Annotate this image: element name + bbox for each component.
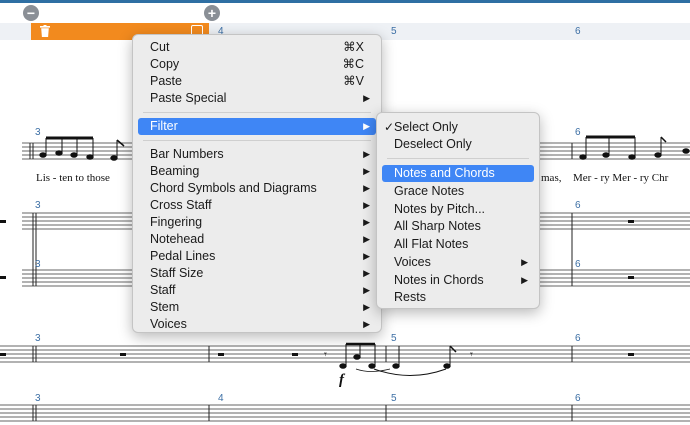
menu-item-staff-size[interactable]: Staff Size ▶: [138, 265, 376, 282]
menu-item-label: Staff: [150, 283, 176, 297]
menu-item-label: Bar Numbers: [150, 147, 224, 161]
menu-item-stem[interactable]: Stem ▶: [138, 299, 376, 316]
menu-item-paste[interactable]: Paste ⌘V: [138, 73, 376, 90]
filter-item-deselect-only[interactable]: Deselect Only: [382, 136, 534, 153]
menu-item-label: Cut: [150, 40, 170, 54]
submenu-arrow-icon: ▶: [363, 183, 370, 193]
filter-submenu: ✓ Select Only Deselect Only Notes and Ch…: [376, 112, 540, 309]
filter-item-all-sharp-notes[interactable]: All Sharp Notes: [382, 218, 534, 235]
submenu-arrow-icon: ▶: [363, 268, 370, 278]
lyrics-fragment[interactable]: mas,: [541, 172, 561, 184]
submenu-arrow-icon: ▶: [363, 121, 370, 131]
submenu-arrow-icon: ▶: [363, 285, 370, 295]
shortcut-label: ⌘V: [343, 74, 364, 88]
measure-number: 5: [391, 393, 397, 404]
menu-item-label: Filter: [150, 119, 178, 133]
menu-separator: [143, 140, 371, 141]
menu-item-label: Select Only: [394, 120, 458, 134]
shortcut-label: ⌘C: [342, 57, 364, 71]
menu-item-label: Chord Symbols and Diagrams: [150, 181, 317, 195]
measure-number: 3: [35, 333, 41, 344]
svg-text:𝄾: 𝄾: [324, 348, 327, 361]
submenu-arrow-icon: ▶: [363, 149, 370, 159]
menu-item-label: Paste Special: [150, 91, 227, 105]
menu-item-label: Rests: [394, 290, 426, 304]
menu-item-label: Beaming: [150, 164, 200, 178]
measure-number: 6: [575, 393, 581, 404]
submenu-arrow-icon: ▶: [521, 257, 528, 267]
submenu-arrow-icon: ▶: [363, 319, 370, 329]
menu-item-label: Voices: [394, 255, 431, 269]
menu-item-beaming[interactable]: Beaming ▶: [138, 163, 376, 180]
menu-item-label: Notes in Chords: [394, 273, 484, 287]
menu-item-label: Pedal Lines: [150, 249, 216, 263]
menu-item-label: Paste: [150, 74, 182, 88]
lyrics-left[interactable]: Lis - ten to those: [36, 172, 110, 184]
filter-item-rests[interactable]: Rests: [382, 289, 534, 306]
context-menu: Cut ⌘X Copy ⌘C Paste ⌘V Paste Special ▶ …: [132, 34, 382, 333]
menu-item-label: All Sharp Notes: [394, 219, 481, 233]
menu-item-label: Deselect Only: [394, 137, 472, 151]
menu-item-pedal-lines[interactable]: Pedal Lines ▶: [138, 248, 376, 265]
measure-number: 3: [35, 127, 41, 138]
submenu-arrow-icon: ▶: [363, 200, 370, 210]
submenu-arrow-icon: ▶: [363, 251, 370, 261]
menu-item-voices[interactable]: Voices ▶: [138, 316, 376, 333]
measure-number: 4: [218, 393, 224, 404]
menu-item-label: Copy: [150, 57, 180, 71]
lyrics-right[interactable]: Mer - ry Mer - ry Chr: [573, 172, 668, 184]
filter-item-voices[interactable]: Voices ▶: [382, 254, 534, 271]
checkmark-icon: ✓: [384, 120, 395, 134]
measure-number: 5: [391, 333, 397, 344]
measure-number: 3: [35, 393, 41, 404]
dynamic-marking[interactable]: f: [339, 372, 344, 389]
menu-item-label: Notehead: [150, 232, 205, 246]
filter-item-notes-and-chords[interactable]: Notes and Chords: [382, 165, 534, 182]
measure-number: 6: [575, 259, 581, 270]
menu-item-paste-special[interactable]: Paste Special ▶: [138, 90, 376, 107]
menu-separator: [387, 158, 529, 159]
measure-number: 6: [575, 200, 581, 211]
filter-item-all-flat-notes[interactable]: All Flat Notes: [382, 236, 534, 253]
menu-item-label: Staff Size: [150, 266, 204, 280]
menu-item-label: Voices: [150, 317, 187, 331]
shortcut-label: ⌘X: [343, 40, 364, 54]
filter-item-grace-notes[interactable]: Grace Notes: [382, 183, 534, 200]
menu-item-notehead[interactable]: Notehead ▶: [138, 231, 376, 248]
filter-item-notes-by-pitch[interactable]: Notes by Pitch...: [382, 201, 534, 218]
submenu-arrow-icon: ▶: [363, 93, 370, 103]
filter-item-select-only[interactable]: ✓ Select Only: [382, 119, 534, 136]
submenu-arrow-icon: ▶: [521, 275, 528, 285]
measure-number: 6: [575, 127, 581, 138]
menu-separator: [143, 112, 371, 113]
measure-number: 6: [575, 333, 581, 344]
menu-item-copy[interactable]: Copy ⌘C: [138, 56, 376, 73]
submenu-arrow-icon: ▶: [363, 234, 370, 244]
menu-item-fingering[interactable]: Fingering ▶: [138, 214, 376, 231]
menu-item-cut[interactable]: Cut ⌘X: [138, 39, 376, 56]
menu-item-label: Stem: [150, 300, 180, 314]
submenu-arrow-icon: ▶: [363, 217, 370, 227]
menu-item-label: Fingering: [150, 215, 203, 229]
menu-item-bar-numbers[interactable]: Bar Numbers ▶: [138, 146, 376, 163]
menu-item-label: Notes and Chords: [394, 166, 495, 180]
menu-item-chord-symbols[interactable]: Chord Symbols and Diagrams ▶: [138, 180, 376, 197]
measure-number: 3: [35, 259, 41, 270]
menu-item-label: Notes by Pitch...: [394, 202, 486, 216]
filter-item-notes-in-chords[interactable]: Notes in Chords ▶: [382, 272, 534, 289]
menu-item-filter[interactable]: Filter ▶: [138, 118, 376, 135]
menu-item-label: All Flat Notes: [394, 237, 469, 251]
measure-number: 3: [35, 200, 41, 211]
submenu-arrow-icon: ▶: [363, 166, 370, 176]
menu-item-cross-staff[interactable]: Cross Staff ▶: [138, 197, 376, 214]
svg-text:𝄾: 𝄾: [470, 348, 473, 361]
submenu-arrow-icon: ▶: [363, 302, 370, 312]
menu-item-label: Cross Staff: [150, 198, 212, 212]
menu-item-staff[interactable]: Staff ▶: [138, 282, 376, 299]
menu-item-label: Grace Notes: [394, 184, 465, 198]
